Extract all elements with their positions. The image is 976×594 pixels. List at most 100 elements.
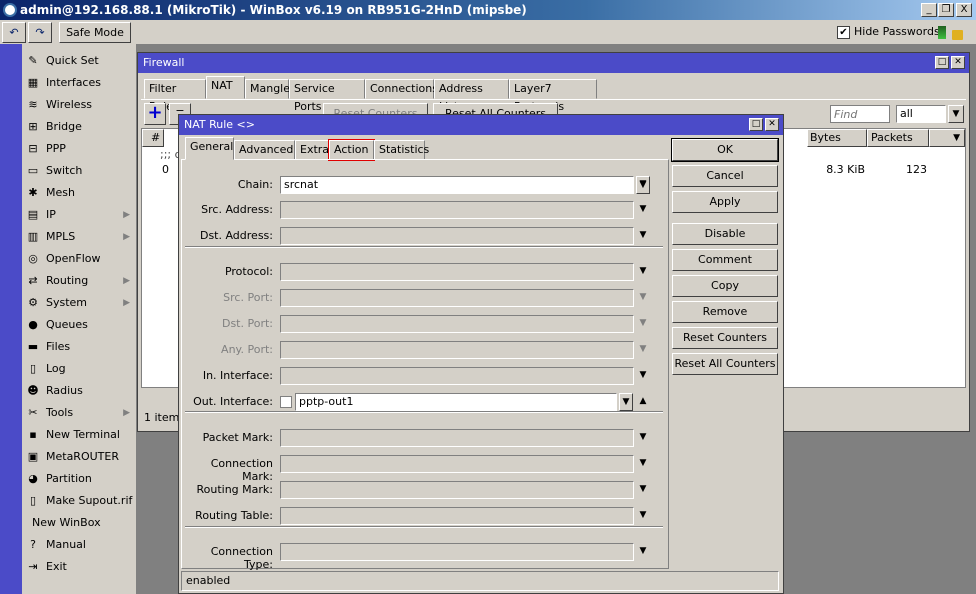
redo-button[interactable]: ↷ — [28, 22, 52, 43]
reset-counters-button[interactable]: Reset Counters — [672, 327, 778, 349]
expand-arrow-icon[interactable]: ▼ — [637, 318, 649, 328]
column-chooser-icon[interactable]: ▼ — [929, 129, 965, 147]
filter-dropdown-button[interactable]: ▼ — [948, 105, 964, 123]
connection-type-input[interactable] — [280, 543, 634, 561]
cancel-button[interactable]: Cancel — [672, 165, 778, 187]
sidebar-item-new-terminal[interactable]: ▪ New Terminal — [22, 424, 136, 446]
restore-button[interactable]: ❐ — [938, 3, 954, 17]
chain-input[interactable]: srcnat — [280, 176, 634, 194]
expand-arrow-icon[interactable]: ▼ — [637, 266, 649, 276]
dst-port-input — [280, 315, 634, 333]
protocol-input[interactable] — [280, 263, 634, 281]
tab-action[interactable]: Action — [328, 139, 375, 161]
routing-icon: ⇄ — [28, 274, 38, 287]
column-header-packets[interactable]: Packets — [867, 129, 929, 147]
find-input[interactable] — [830, 105, 890, 123]
sidebar-item-log[interactable]: ▯ Log — [22, 358, 136, 380]
dialog-close-button[interactable]: ✕ — [765, 118, 779, 131]
dialog-maximize-button[interactable]: □ — [749, 118, 763, 131]
expand-arrow-icon[interactable]: ▼ — [637, 510, 649, 520]
sidebar-item-system[interactable]: ⚙ System ▶ — [22, 292, 136, 314]
partition-icon: ◕ — [28, 472, 38, 485]
tab-layer7-protocols[interactable]: Layer7 Protocols — [509, 79, 597, 113]
dst-address-input[interactable] — [280, 227, 634, 245]
expand-arrow-icon[interactable]: ▼ — [637, 546, 649, 556]
filter-select[interactable]: all — [896, 105, 946, 123]
tab-service-ports[interactable]: Service Ports — [289, 79, 365, 113]
expand-arrow-icon[interactable]: ▼ — [637, 432, 649, 442]
column-header-bytes[interactable]: Bytes — [807, 129, 867, 147]
sidebar-item-ip[interactable]: ▤ IP ▶ — [22, 204, 136, 226]
tab-connections[interactable]: Connections — [365, 79, 438, 99]
apply-button[interactable]: Apply — [672, 191, 778, 213]
expand-arrow-icon[interactable]: ▼ — [637, 230, 649, 240]
ok-button[interactable]: OK — [671, 138, 779, 162]
close-button[interactable]: X — [956, 3, 972, 17]
sidebar-item-partition[interactable]: ◕ Partition — [22, 468, 136, 490]
expand-arrow-icon[interactable]: ▼ — [637, 458, 649, 468]
routing-table-input[interactable] — [280, 507, 634, 525]
undo-button[interactable]: ↶ — [2, 22, 26, 43]
sidebar-item-routing[interactable]: ⇄ Routing ▶ — [22, 270, 136, 292]
sidebar-strip — [0, 44, 22, 594]
expand-arrow-icon[interactable]: ▼ — [637, 292, 649, 302]
sidebar-item-files[interactable]: ▬ Files — [22, 336, 136, 358]
sidebar-item-make-supout-rif[interactable]: ▯ Make Supout.rif — [22, 490, 136, 512]
tab-advanced[interactable]: Advanced — [234, 140, 295, 160]
submenu-arrow-icon: ▶ — [123, 408, 130, 418]
sidebar-item-tools[interactable]: ✂ Tools ▶ — [22, 402, 136, 424]
sidebar-item-manual[interactable]: ? Manual — [22, 534, 136, 556]
sidebar-item-mpls[interactable]: ▥ MPLS ▶ — [22, 226, 136, 248]
tab-nat[interactable]: NAT — [206, 76, 245, 99]
out-interface-negate-checkbox[interactable] — [280, 396, 292, 408]
radius-icon: ☻ — [27, 384, 39, 397]
reset-all-counters-button[interactable]: Reset All Counters — [672, 353, 778, 375]
tab-statistics[interactable]: Statistics — [374, 140, 429, 160]
sidebar-item-radius[interactable]: ☻ Radius — [22, 380, 136, 402]
column-header-number[interactable]: # — [142, 129, 164, 147]
tab-mangle[interactable]: Mangle — [245, 79, 290, 99]
out-interface-input[interactable]: pptp-out1 — [295, 393, 617, 411]
sidebar-item-label: Files — [46, 340, 71, 353]
sidebar-item-interfaces[interactable]: ▦ Interfaces — [22, 72, 136, 94]
out-interface-dropdown-button[interactable]: ▼ — [619, 393, 633, 411]
minimize-button[interactable]: _ — [921, 3, 937, 17]
safe-mode-button[interactable]: Safe Mode — [59, 22, 131, 43]
sidebar-item-wireless[interactable]: ≋ Wireless — [22, 94, 136, 116]
sidebar-item-openflow[interactable]: ◎ OpenFlow — [22, 248, 136, 270]
tab-extra[interactable]: Extra — [295, 140, 329, 160]
tab-filter-rules[interactable]: Filter Rules — [144, 79, 206, 113]
sidebar-item-quick-set[interactable]: ✎ Quick Set — [22, 50, 136, 72]
sidebar-item-switch[interactable]: ▭ Switch — [22, 160, 136, 182]
packet-mark-input[interactable] — [280, 429, 634, 447]
sidebar-item-ppp[interactable]: ⊟ PPP — [22, 138, 136, 160]
add-button[interactable]: + — [144, 103, 166, 125]
copy-button[interactable]: Copy — [672, 275, 778, 297]
sidebar-item-exit[interactable]: ⇥ Exit — [22, 556, 136, 578]
expand-arrow-icon[interactable]: ▼ — [637, 484, 649, 494]
collapse-arrow-icon[interactable]: ▲ — [637, 396, 649, 406]
comment-button[interactable]: Comment — [672, 249, 778, 271]
tab-general[interactable]: General — [185, 137, 234, 160]
hide-passwords-checkbox[interactable]: ✔ — [837, 26, 850, 39]
tab-address-lists[interactable]: Address Lists — [434, 79, 509, 113]
disable-button[interactable]: Disable — [672, 223, 778, 245]
sidebar-item-metarouter[interactable]: ▣ MetaROUTER — [22, 446, 136, 468]
sidebar-item-new-winbox[interactable]: New WinBox — [22, 512, 136, 534]
expand-arrow-icon[interactable]: ▼ — [637, 344, 649, 354]
remove-button[interactable]: Remove — [672, 301, 778, 323]
sidebar-item-queues[interactable]: ● Queues — [22, 314, 136, 336]
connection-mark-input[interactable] — [280, 455, 634, 473]
expand-arrow-icon[interactable]: ▼ — [637, 204, 649, 214]
sidebar-item-bridge[interactable]: ⊞ Bridge — [22, 116, 136, 138]
sidebar-item-mesh[interactable]: ✱ Mesh — [22, 182, 136, 204]
in-interface-input[interactable] — [280, 367, 634, 385]
firewall-maximize-button[interactable]: □ — [935, 56, 949, 69]
firewall-close-button[interactable]: ✕ — [951, 56, 965, 69]
sidebar-item-label: Bridge — [46, 120, 82, 133]
expand-arrow-icon[interactable]: ▼ — [637, 179, 649, 189]
src-address-input[interactable] — [280, 201, 634, 219]
routing-mark-input[interactable] — [280, 481, 634, 499]
expand-arrow-icon[interactable]: ▼ — [637, 370, 649, 380]
cell-bytes: 8.3 KiB — [826, 163, 865, 176]
